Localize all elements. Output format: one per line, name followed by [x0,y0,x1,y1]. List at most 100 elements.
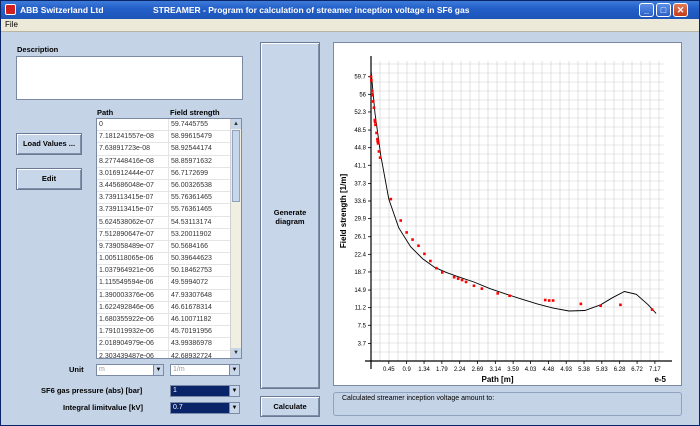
field-strength-cell[interactable]: 58.85971632 [169,155,231,167]
x-tick-label: 6.28 [614,367,626,373]
edit-button[interactable]: Edit [16,168,82,190]
path-cell[interactable]: 1.390003376e-06 [97,289,169,301]
data-point [373,120,377,124]
load-values-button[interactable]: Load Values ... [16,133,82,155]
field-strength-cell[interactable]: 50.5684166 [169,240,231,253]
path-cell[interactable]: 0 [97,119,169,131]
table-row[interactable]: 3.445686048e-07 56.00326538 [97,179,241,193]
data-point [371,100,375,103]
calculate-button[interactable]: Calculate [260,396,320,417]
data-point [435,266,438,270]
scroll-down-icon[interactable]: ▼ [231,348,241,358]
field-strength-cell[interactable]: 58.99615479 [169,131,231,143]
path-cell[interactable]: 8.277448416e-08 [97,155,169,167]
table-row[interactable]: 1.390003376e-06 47.93307648 [97,289,241,302]
unit-field-value: 1/m [173,366,185,373]
path-cell[interactable]: 1.680355922e-06 [97,314,169,326]
field-strength-cell[interactable]: 55.76361465 [169,204,231,216]
table-row[interactable]: 7.181241557e-08 58.99615479 [97,131,241,144]
table-row[interactable]: 5.624538062e-07 54.53113174 [97,216,241,229]
field-strength-cell[interactable]: 50.39644623 [169,253,231,265]
path-cell[interactable]: 9.739058489e-07 [97,240,169,253]
description-textarea[interactable] [16,56,243,100]
scroll-thumb[interactable] [232,130,240,202]
data-point [411,238,414,241]
table-row[interactable]: 8.277448416e-08 58.85971632 [97,155,241,168]
field-strength-cell[interactable]: 46.61678314 [169,301,231,313]
field-strength-cell[interactable]: 46.10071182 [169,314,231,326]
table-row[interactable]: 1.115549594e-06 49.5994072 [97,277,241,290]
path-column-header: Path [97,108,114,117]
path-cell[interactable]: 3.016912444e-07 [97,167,169,179]
field-strength-cell[interactable]: 45.70191956 [169,326,231,338]
field-strength-cell[interactable]: 43.99386978 [169,338,231,350]
chevron-down-icon[interactable]: ▼ [229,365,239,375]
values-grid[interactable]: 0 59.7445755 7.181241557e-08 58.99615479 7.6… [96,118,242,359]
menu-file[interactable]: File [5,20,18,29]
x-tick-label: 2.24 [454,367,466,373]
chart-panel: 0.45 0.9 1.34 1.79 2.24 2.69 3.14 3.59 4.03 4.48 4… [333,42,682,386]
title-bar[interactable]: ABB Switzerland Ltd STREAMER - Program f… [1,1,699,19]
path-cell[interactable]: 7.181241557e-08 [97,131,169,143]
chevron-down-icon[interactable]: ▼ [229,386,239,396]
field-strength-cell[interactable]: 54.53113174 [169,216,231,228]
path-cell[interactable]: 3.739113415e-07 [97,204,169,216]
chevron-down-icon[interactable]: ▼ [229,403,239,413]
path-cell[interactable]: 7.63891723e-08 [97,143,169,155]
field-strength-cell[interactable]: 58.92544174 [169,143,231,155]
table-row[interactable]: 3.016912444e-07 56.7172699 [97,167,241,180]
y-tick-label: 29.9 [354,217,366,223]
path-cell[interactable]: 5.624538062e-07 [97,216,169,228]
close-icon[interactable]: ✕ [673,3,688,17]
path-cell[interactable]: 3.739113415e-07 [97,192,169,204]
unit-path-select[interactable]: m ▼ [96,364,164,376]
field-strength-cell[interactable]: 55.76361465 [169,192,231,204]
path-cell[interactable]: 3.445686048e-07 [97,179,169,192]
table-row[interactable]: 7.512890647e-07 53.20011902 [97,228,241,241]
table-row[interactable]: 2.303439487e-06 42.68932724 [97,350,241,358]
field-strength-cell[interactable]: 50.18462753 [169,265,231,277]
table-row[interactable]: 1.005118065e-06 50.39644623 [97,253,241,266]
field-strength-cell[interactable]: 56.7172699 [169,167,231,179]
path-cell[interactable]: 1.115549594e-06 [97,277,169,289]
data-point [370,89,374,93]
field-strength-cell[interactable]: 42.68932724 [169,350,231,358]
field-strength-cell[interactable]: 59.7445755 [169,119,231,131]
table-row[interactable]: 1.680355922e-06 46.10071182 [97,314,241,327]
table-row[interactable]: 9.739058489e-07 50.5684166 [97,240,241,254]
field-strength-cell[interactable]: 47.93307648 [169,289,231,301]
table-row[interactable]: 1.037964921e-06 50.18462753 [97,265,241,278]
y-tick-label: 7.5 [358,323,367,329]
unit-field-select[interactable]: 1/m ▼ [170,364,240,376]
table-row[interactable]: 1.791019932e-06 45.70191956 [97,326,241,339]
path-cell[interactable]: 2.303439487e-06 [97,350,169,358]
path-cell[interactable]: 1.005118065e-06 [97,253,169,265]
table-row[interactable]: 2.018904979e-06 43.99386978 [97,338,241,351]
table-row[interactable]: 3.739113415e-07 55.76361465 [97,204,241,217]
path-cell[interactable]: 1.037964921e-06 [97,265,169,277]
y-tick-label: 59.7 [354,75,366,81]
field-strength-cell[interactable]: 53.20011902 [169,228,231,240]
scroll-up-icon[interactable]: ▲ [231,119,241,129]
sf6-pressure-label: SF6 gas pressure (abs) [bar] [41,386,143,395]
y-tick-label: 37.3 [354,181,366,187]
path-cell[interactable]: 1.791019932e-06 [97,326,169,338]
path-cell[interactable]: 1.622492846e-06 [97,301,169,313]
path-cell[interactable]: 2.018904979e-06 [97,338,169,350]
result-box: Calculated streamer inception voltage am… [333,392,682,416]
grid-scrollbar[interactable]: ▲ ▼ [230,119,241,358]
field-strength-cell[interactable]: 49.5994072 [169,277,231,289]
table-row[interactable]: 7.63891723e-08 58.92544174 [97,143,241,156]
integral-limit-select[interactable]: 0.7 ▼ [170,402,240,414]
table-row[interactable]: 1.622492846e-06 46.61678314 [97,301,241,314]
sf6-pressure-select[interactable]: 1 ▼ [170,385,240,397]
data-point [369,75,373,79]
path-cell[interactable]: 7.512890647e-07 [97,228,169,240]
table-row[interactable]: 3.739113415e-07 55.76361465 [97,192,241,205]
maximize-icon[interactable]: □ [656,3,671,17]
field-strength-cell[interactable]: 56.00326538 [169,179,231,192]
table-row[interactable]: 0 59.7445755 [97,119,241,132]
chevron-down-icon[interactable]: ▼ [153,365,163,375]
generate-diagram-button[interactable]: Generate diagram [260,42,320,389]
minimize-icon[interactable]: _ [639,3,654,17]
